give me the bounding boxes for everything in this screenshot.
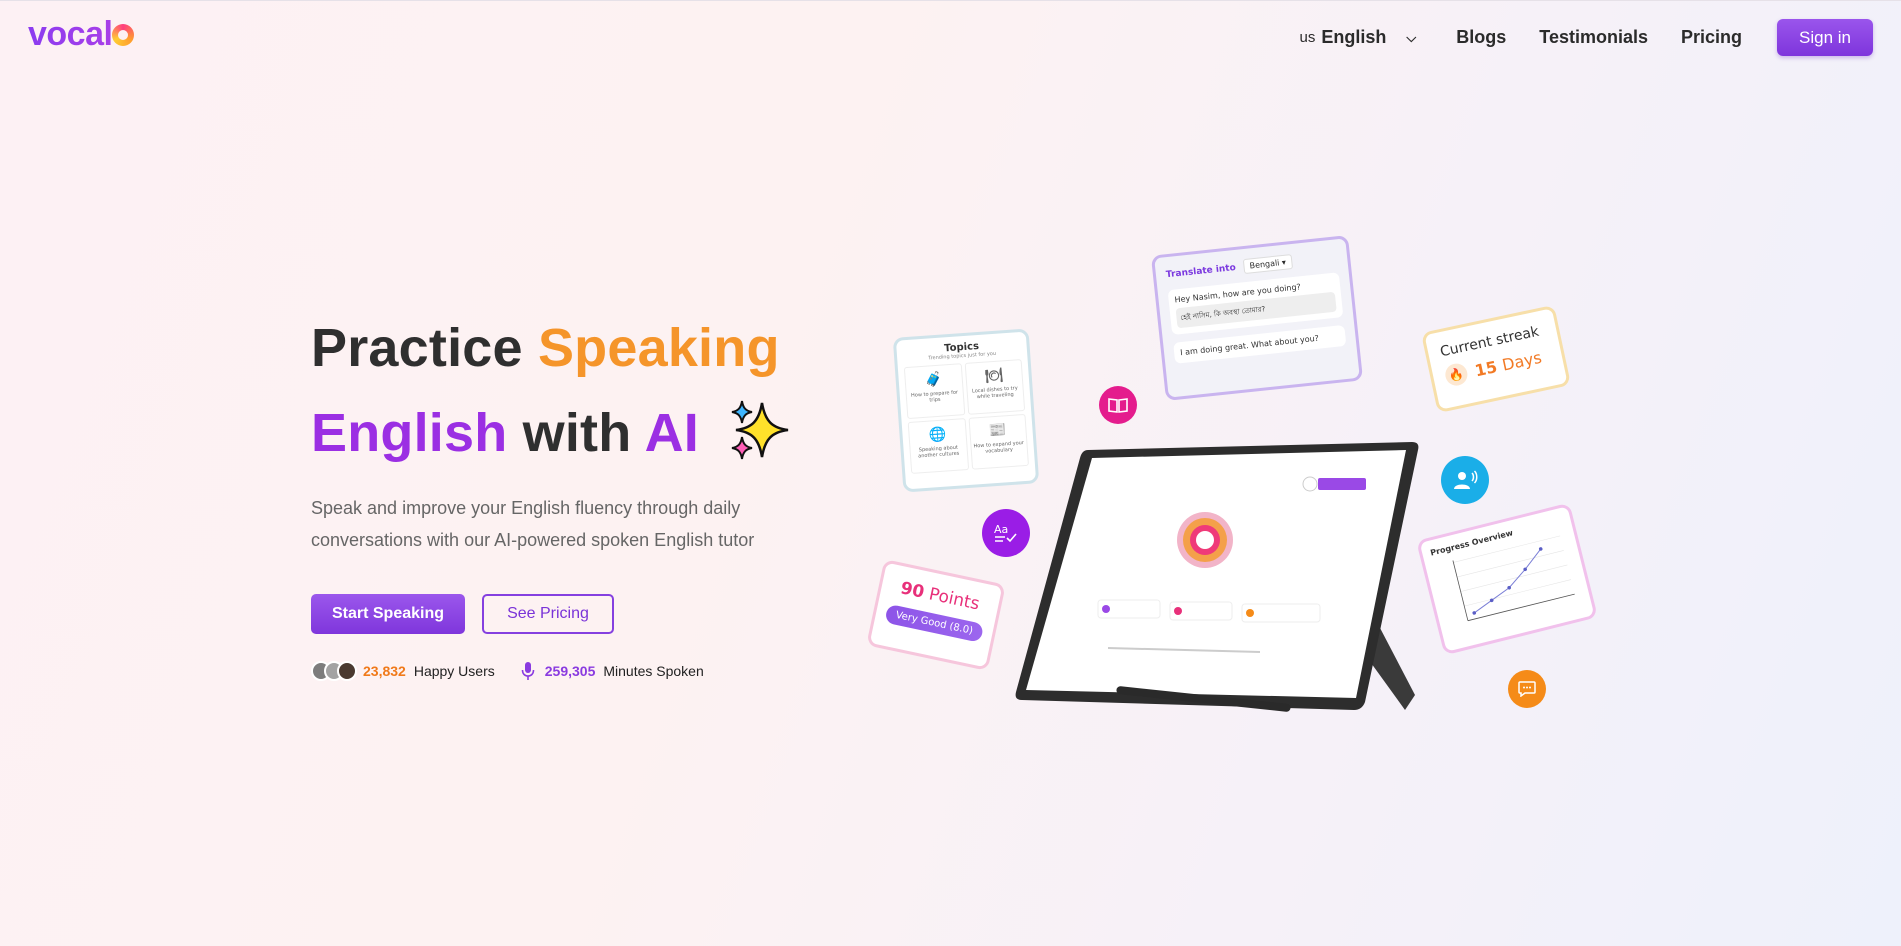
hero-buttons: Start Speaking See Pricing [311, 594, 614, 634]
logo[interactable]: vocal [28, 15, 135, 54]
users-count: 23,832 [363, 663, 406, 679]
topic-item: 🧳 How to prepare for trips [903, 363, 965, 420]
chevron-down-icon: ⌵ [1406, 29, 1417, 45]
voice-user-icon [1441, 456, 1489, 504]
minutes-count: 259,305 [544, 663, 596, 679]
logo-o-icon [112, 24, 135, 46]
users-label: Happy Users [413, 663, 495, 679]
microphone-icon [521, 662, 535, 680]
user-avatars [311, 661, 357, 681]
streak-card: Current streak 🔥 15 Days [1420, 304, 1572, 414]
language-select: Bengali ▾ [1242, 254, 1293, 275]
language-label: English [1321, 27, 1387, 47]
see-pricing-button[interactable]: See Pricing [482, 594, 614, 634]
book-icon [1099, 386, 1137, 424]
sparkles-icon [732, 400, 789, 460]
nav-links: us English ⌵ Blogs Testimonials Pricing … [1300, 19, 1873, 56]
hero-title: Practice Speaking English with AI [311, 306, 831, 476]
chat-bubble-icon [1508, 670, 1546, 708]
chat-message: Hey Nasim, how are you doing? হেই নাসিম,… [1167, 272, 1344, 335]
start-speaking-button[interactable]: Start Speaking [311, 594, 465, 634]
stats-row: 23,832 Happy Users 259,305 Minutes Spoke… [311, 661, 704, 681]
hero-section: Practice Speaking English with AI Speak … [311, 306, 831, 681]
nav-link-blogs[interactable]: Blogs [1456, 27, 1506, 48]
svg-text:Aa: Aa [994, 523, 1008, 536]
translate-card: Translate into Bengali ▾ Hey Nasim, how … [1150, 235, 1364, 401]
nav-link-testimonials[interactable]: Testimonials [1539, 27, 1648, 48]
flag-us: us [1299, 29, 1316, 46]
hero-subtitle: Speak and improve your English fluency t… [311, 498, 755, 550]
avatar [337, 661, 357, 681]
sign-in-button[interactable]: Sign in [1777, 19, 1873, 56]
topic-item: 🌐 Speaking about another cultures [907, 418, 969, 474]
tablet-illustration [1015, 442, 1419, 710]
topic-item: 🍽 Local dishes to try while traveling [964, 359, 1026, 415]
language-selector[interactable]: us English ⌵ [1300, 27, 1417, 48]
fire-icon: 🔥 [1443, 361, 1470, 388]
progress-card: Progress Overview [1416, 502, 1598, 656]
nav-link-pricing[interactable]: Pricing [1681, 27, 1742, 48]
top-nav: vocal us English ⌵ Blogs Testimonials Pr… [0, 0, 1901, 72]
minutes-label: Minutes Spoken [603, 663, 704, 679]
points-card: 90 Points Very Good (8.0) [866, 559, 1006, 671]
